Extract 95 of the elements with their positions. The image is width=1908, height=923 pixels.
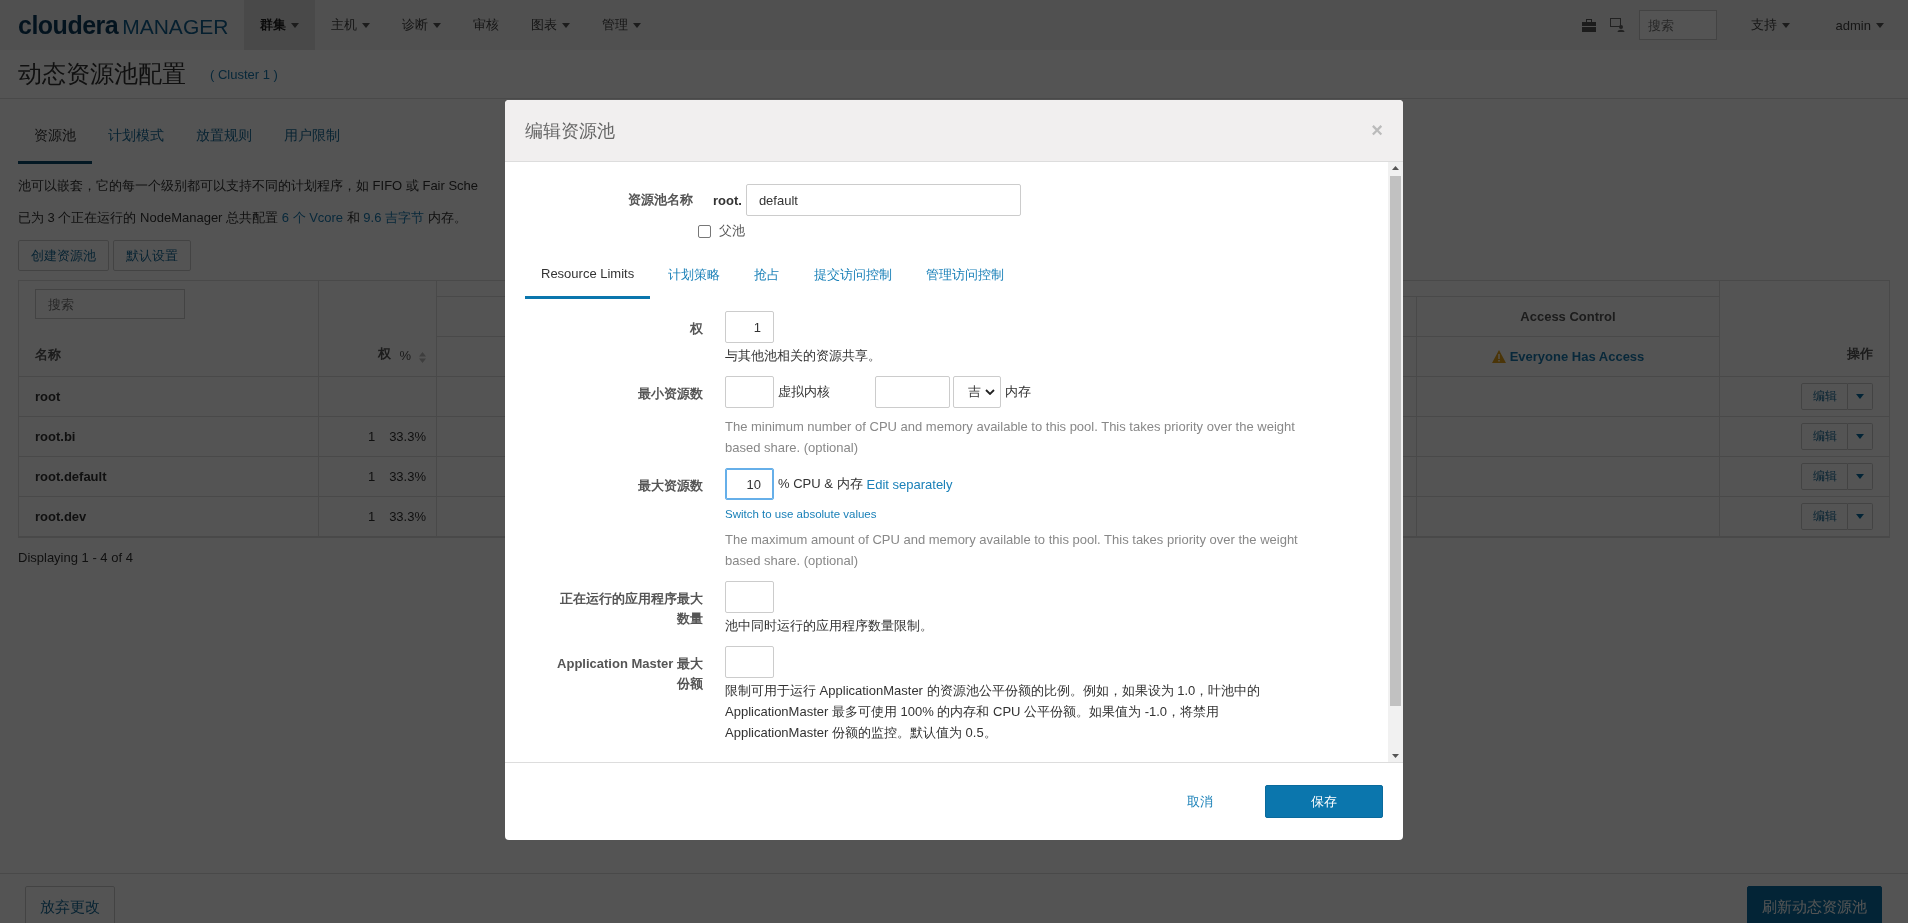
unit-label: 内存 [1005,383,1031,401]
table-cell: root [35,389,61,404]
close-button[interactable]: × [1371,119,1383,142]
tab[interactable]: 提交访问控制 [798,256,909,299]
caret-icon [1856,474,1864,479]
edit-button[interactable]: 编辑 [1801,463,1848,490]
table-cell: 33.3% [389,469,426,484]
unit-select[interactable]: 吉 [953,376,1001,408]
switch-link[interactable]: Switch to use absolute values [725,508,877,520]
caret-icon [633,22,642,28]
table-cell: 1 [367,509,376,524]
help-text: The maximum amount of CPU and memory available to this pool. This takes priority over the weight based share. (optional) [725,531,1299,570]
input-field[interactable] [725,646,774,678]
dialog-title: 编辑资源池 [525,119,615,143]
field-label: 权 [690,320,703,338]
edit-button[interactable]: 编辑 [1801,423,1848,450]
help-text: 限制可用于运行 ApplicationMaster 的资源池公平份额的比例。例如，如果设为 1.0，叶池中的 ApplicationMaster 最多可使用 100% 的内存和 CPU 公平份额。如果值为 -1.0，将禁用 ApplicationMaster 份额的监控。默认值为 0.5。 [725,682,1262,742]
help-text: The minimum number of CPU and memory available to this pool. This takes priority over the weight based share. (optional) [725,418,1296,457]
input-field[interactable]: 1 [725,311,774,343]
field-label: 正在运行的应用程序最大数量 [559,590,703,628]
caret-icon [1856,394,1864,399]
tab[interactable]: 用户限制 [268,115,356,164]
name-prefix: root. [713,192,742,208]
tab[interactable]: 管理访问控制 [910,256,1021,299]
field-label: 资源池名称 [627,191,694,209]
table-cell: root.dev [35,509,87,524]
column-header[interactable]: 权 [378,345,392,363]
input-field[interactable] [725,581,774,613]
caret-icon [362,22,371,28]
table-cell: 33.3% [389,509,426,524]
logo-brand[interactable]: cloudera [18,10,119,40]
pagination-text: Displaying 1 - 4 of 4 [18,550,133,565]
refresh-button[interactable]: 刷新动态资源池 [1747,886,1882,923]
group-header: Access Control [1520,309,1616,324]
caret-icon [1876,22,1884,28]
warning-icon [1491,350,1506,363]
cancel-link[interactable]: 取消 [1187,792,1213,811]
table-cell: root.default [35,469,107,484]
table-cell: 1 [367,429,376,444]
dropdown-button[interactable] [1848,383,1873,410]
input-field[interactable] [875,376,950,408]
caret-icon [433,22,442,28]
logo-product[interactable]: MANAGER [122,14,229,39]
tab[interactable]: 放置规则 [180,115,268,164]
action-button[interactable]: 创建资源池 [18,240,109,271]
discard-button[interactable]: 放弃更改 [25,886,115,923]
page-title: 动态资源池配置 [18,59,186,89]
caret-icon [1781,22,1790,28]
table-cell: 33.3% [389,429,426,444]
unit-label: % CPU & 内存 [778,475,863,493]
field-label: Application Master 最大份额 [556,655,703,693]
access-link[interactable]: Everyone Has Access [1509,349,1645,364]
help-text: 与其他池相关的资源共享。 [725,347,882,365]
scrollbar[interactable] [1388,162,1403,762]
chevron-icon [985,389,995,395]
nav-menu-item[interactable]: 图表 [515,0,587,50]
column-header[interactable]: % [399,348,411,363]
action-button[interactable]: 默认设置 [113,240,191,271]
edit-button[interactable]: 编辑 [1801,383,1848,410]
dropdown-button[interactable] [1848,503,1873,530]
nav-menu-item[interactable]: admin [1819,0,1900,50]
tab[interactable]: 抢占 [738,256,797,299]
edit-separately-link[interactable]: Edit separately [866,476,953,492]
input-field[interactable]: 10 [725,468,774,500]
table-cell: 1 [367,469,376,484]
nav-menu-item[interactable]: 诊断 [386,0,458,50]
column-header: 操作 [1847,345,1873,363]
briefcase-icon[interactable] [1581,18,1596,32]
field-label: 最小资源数 [638,385,703,403]
tab[interactable]: 资源池 [18,115,92,164]
tab[interactable]: Resource Limits [525,256,651,299]
column-header[interactable]: 名称 [35,346,302,364]
input-field[interactable] [725,376,774,408]
edit-button[interactable]: 编辑 [1801,503,1848,530]
tab[interactable]: 计划模式 [92,115,180,164]
save-button[interactable]: 保存 [1265,785,1383,818]
unit-label: 虚拟内核 [778,383,830,401]
nav-menu-item[interactable]: 群集 [244,0,316,50]
vcore-link[interactable]: 6 个 Vcore [281,210,344,225]
person-monitor-icon[interactable] [1609,18,1625,32]
checkbox[interactable] [698,224,711,238]
caret-icon [1856,514,1864,519]
caret-icon [562,22,571,28]
cluster-link[interactable]: ( Cluster 1 ) [210,66,278,82]
checkbox-label: 父池 [719,222,745,240]
field-label: 最大资源数 [638,477,703,495]
help-text: 池中同时运行的应用程序数量限制。 [725,617,934,635]
tab[interactable]: 计划策略 [652,256,737,299]
dropdown-button[interactable] [1848,463,1873,490]
dropdown-button[interactable] [1848,423,1873,450]
caret-icon [291,22,300,28]
memory-link[interactable]: 9.6 吉字节 [363,210,425,225]
caret-icon [1856,434,1864,439]
table-cell: root.bi [35,429,76,444]
name-field[interactable]: default [745,184,1021,216]
